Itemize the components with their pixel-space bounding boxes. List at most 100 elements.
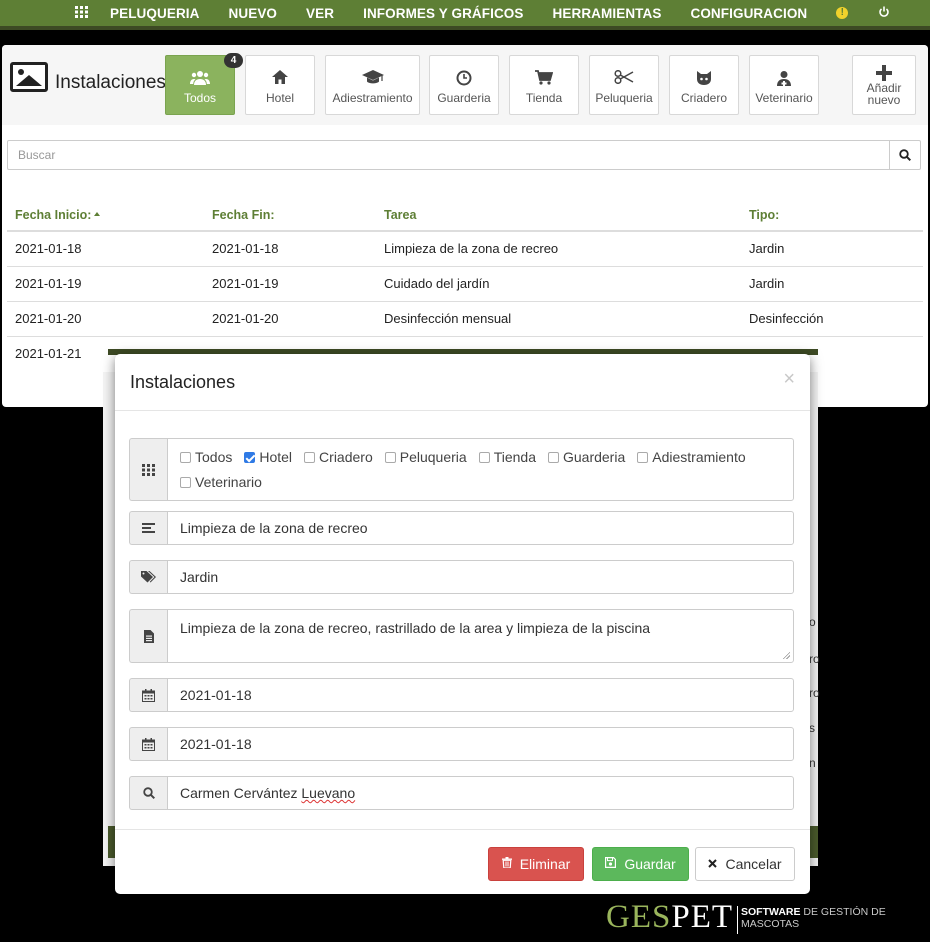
checkbox-veterinario[interactable]: Veterinario [180, 470, 262, 495]
col-fecha-inicio[interactable]: Fecha Inicio: [7, 200, 204, 232]
cell-end: 2021-01-18 [204, 231, 376, 267]
col-tarea[interactable]: Tarea [376, 200, 741, 232]
nav-underline [0, 26, 930, 30]
count-badge: 4 [224, 53, 243, 68]
delete-button[interactable]: Eliminar [488, 847, 584, 881]
floppy-icon [605, 857, 617, 871]
clock-icon [430, 70, 498, 88]
save-label: Guardar [624, 856, 676, 872]
checkbox-adiestramiento[interactable]: Adiestramiento [637, 445, 746, 470]
calendar-icon [129, 678, 167, 712]
category-adiestramiento[interactable]: Adiestramiento [325, 55, 420, 115]
category-tienda[interactable]: Tienda [509, 55, 579, 115]
end-date-input[interactable]: 2021-01-18 [167, 727, 794, 761]
modal-footer: Eliminar Guardar Cancelar [115, 829, 810, 894]
th-icon [129, 438, 167, 501]
search-button[interactable] [889, 140, 921, 170]
category-criadero[interactable]: Criadero [669, 55, 739, 115]
cancel-button[interactable]: Cancelar [695, 847, 795, 881]
modal-header: Instalaciones × [115, 354, 810, 411]
grid-icon[interactable] [75, 5, 88, 21]
align-left-icon [129, 511, 167, 545]
category-label: Hotel [265, 91, 294, 105]
add-new-button[interactable]: Añadir nuevo [852, 55, 916, 115]
person-last-name: Luevano [301, 785, 356, 801]
installations-table: Fecha Inicio: Fecha Fin: Tarea Tipo: 202… [7, 200, 923, 371]
cell-end: 2021-01-19 [204, 266, 376, 302]
save-button[interactable]: Guardar [592, 847, 689, 881]
table-row[interactable]: 2021-01-18 2021-01-18 Limpieza de la zon… [7, 231, 923, 267]
task-input[interactable]: Limpieza de la zona de recreo [167, 511, 794, 545]
nav-herramientas[interactable]: HERRAMIENTAS [553, 6, 662, 21]
category-label: Guarderia [437, 91, 491, 105]
task-group: Limpieza de la zona de recreo [129, 511, 794, 545]
col-fecha-fin[interactable]: Fecha Fin: [204, 200, 376, 232]
cell-start: 2021-01-19 [7, 266, 204, 302]
checkbox-peluqueria[interactable]: Peluqueria [384, 445, 467, 470]
peek-text: o [809, 615, 816, 629]
calendar-icon [129, 727, 167, 761]
type-input[interactable]: Jardin [167, 560, 794, 594]
category-label: Criadero [680, 91, 728, 105]
checkbox-list: Todos Hotel Criadero Peluqueria Tienda G… [167, 438, 794, 501]
peek-text: ro [809, 652, 820, 666]
times-icon [708, 857, 718, 871]
peek-text: ro [809, 686, 820, 700]
nav-ver[interactable]: VER [306, 6, 334, 21]
file-text-icon [129, 609, 167, 663]
description-textarea[interactable]: Limpieza de la zona de recreo, rastrilla… [167, 609, 794, 663]
nav-nuevo[interactable]: NUEVO [229, 6, 278, 21]
home-icon [246, 70, 314, 88]
checkbox-tienda[interactable]: Tienda [478, 445, 536, 470]
cart-icon [510, 70, 578, 88]
checkbox-todos[interactable]: Todos [180, 445, 232, 470]
search-icon [129, 776, 167, 810]
category-todos[interactable]: 4 Todos [165, 53, 243, 115]
brand-tagline: SOFTWARE DE GESTIÓN DE MASCOTAS [737, 906, 930, 934]
nav-configuracion[interactable]: CONFIGURACION [690, 6, 807, 21]
cell-type: Jardin [741, 266, 923, 302]
nav-informes[interactable]: INFORMES Y GRÁFICOS [363, 6, 523, 21]
delete-label: Eliminar [519, 856, 571, 872]
trash-icon [501, 857, 512, 871]
table-row[interactable]: 2021-01-19 2021-01-19 Cuidado del jardín… [7, 266, 923, 302]
table-row[interactable]: 2021-01-20 2021-01-20 Desinfección mensu… [7, 301, 923, 337]
peek-text: n [809, 756, 816, 770]
checkbox-guarderia[interactable]: Guarderia [547, 445, 625, 470]
category-label: Peluqueria [595, 91, 653, 105]
description-text: Limpieza de la zona de recreo, rastrilla… [180, 620, 651, 636]
cell-type: Jardin [741, 231, 923, 267]
graduation-cap-icon [326, 70, 419, 88]
cat-icon [670, 70, 738, 88]
power-icon[interactable] [878, 6, 890, 21]
category-guarderia[interactable]: Guarderia [429, 55, 499, 115]
person-group: Carmen Cervántez Luevano [129, 776, 794, 810]
start-date-input[interactable]: 2021-01-18 [167, 678, 794, 712]
category-peluqueria[interactable]: Peluqueria [589, 55, 659, 115]
panel-header: Instalaciones 4 Todos Hotel Adiestramien… [2, 45, 928, 125]
search-icon [899, 149, 911, 161]
start-date-group: 2021-01-18 [129, 678, 794, 712]
search-input[interactable] [7, 140, 890, 170]
nav-peluqueria[interactable]: PELUQUERIA [110, 6, 200, 21]
user-md-icon [750, 70, 818, 88]
warning-icon[interactable]: ! [836, 7, 849, 19]
tags-icon [129, 560, 167, 594]
cell-task: Desinfección mensual [376, 301, 741, 337]
table-header-row: Fecha Inicio: Fecha Fin: Tarea Tipo: [7, 200, 923, 232]
category-veterinario[interactable]: Veterinario [749, 55, 819, 115]
category-label: Adiestramiento [332, 91, 413, 105]
checkbox-criadero[interactable]: Criadero [304, 445, 373, 470]
resize-handle[interactable] [782, 651, 790, 659]
cell-end: 2021-01-20 [204, 301, 376, 337]
cell-task: Limpieza de la zona de recreo [376, 231, 741, 267]
category-label: Tienda [525, 91, 563, 105]
category-hotel[interactable]: Hotel [245, 55, 315, 115]
close-icon[interactable]: × [783, 368, 795, 391]
person-input[interactable]: Carmen Cervántez Luevano [167, 776, 794, 810]
top-nav: PELUQUERIA NUEVO VER INFORMES Y GRÁFICOS… [0, 0, 930, 26]
scissors-icon [590, 69, 658, 88]
checkbox-hotel[interactable]: Hotel [244, 445, 292, 470]
page-title: Instalaciones [55, 72, 166, 93]
col-tipo[interactable]: Tipo: [741, 200, 923, 232]
